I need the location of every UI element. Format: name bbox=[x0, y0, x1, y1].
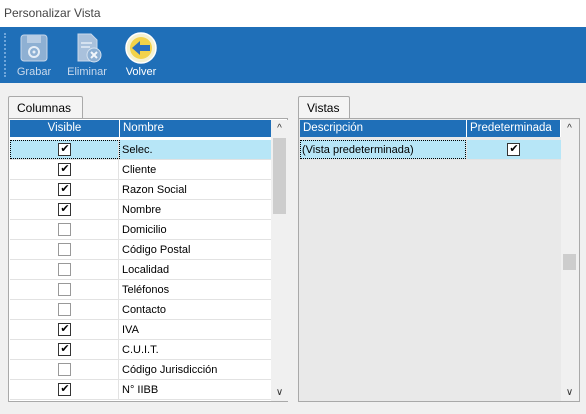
columnas-scrollbar[interactable]: ^ ∨ bbox=[271, 120, 288, 401]
columnas-panel: Visible Nombre ✔ Selec. ✔ Cliente ✔ Razon Soc… bbox=[8, 118, 288, 402]
vistas-scrollbar[interactable]: ^ ∨ bbox=[561, 120, 579, 401]
nombre-cell: Nombre bbox=[122, 204, 162, 216]
visible-checkbox[interactable]: ✔ bbox=[58, 383, 71, 396]
visible-checkbox[interactable] bbox=[58, 223, 71, 236]
nombre-cell: Selec. bbox=[122, 144, 153, 156]
tab-vistas-label: Vistas bbox=[307, 101, 340, 115]
nombre-cell: Domicilio bbox=[122, 224, 167, 236]
check-icon: ✔ bbox=[60, 143, 70, 155]
visible-cell: ✔ bbox=[10, 200, 119, 220]
visible-cell bbox=[10, 280, 119, 300]
visible-cell bbox=[10, 220, 119, 240]
tab-vistas[interactable]: Vistas bbox=[298, 96, 350, 119]
eliminar-label: Eliminar bbox=[67, 66, 107, 78]
check-icon: ✔ bbox=[60, 163, 70, 175]
nombre-cell: N° IIBB bbox=[122, 384, 159, 396]
visible-checkbox[interactable] bbox=[58, 243, 71, 256]
nombre-cell: C.U.I.T. bbox=[122, 344, 159, 356]
toolbar: Grabar Eliminar Volver bbox=[0, 27, 586, 83]
visible-checkbox[interactable]: ✔ bbox=[58, 163, 71, 176]
nombre-cell: IVA bbox=[122, 324, 139, 336]
visible-cell bbox=[10, 360, 119, 380]
table-row[interactable]: Teléfonos bbox=[10, 280, 272, 300]
header-predeterminada[interactable]: Predeterminada bbox=[467, 120, 561, 137]
visible-checkbox[interactable] bbox=[58, 303, 71, 316]
check-icon: ✔ bbox=[60, 343, 70, 355]
tab-columnas[interactable]: Columnas bbox=[8, 96, 83, 119]
floppy-disk-icon bbox=[17, 31, 51, 65]
visible-checkbox[interactable] bbox=[58, 263, 71, 276]
table-row[interactable]: Domicilio bbox=[10, 220, 272, 240]
header-descripcion[interactable]: Descripción bbox=[300, 120, 467, 137]
visible-cell bbox=[10, 260, 119, 280]
eliminar-button[interactable]: Eliminar bbox=[64, 31, 110, 78]
visible-cell bbox=[10, 300, 119, 320]
table-row[interactable]: ✔ IVA bbox=[10, 320, 272, 340]
scroll-up-icon[interactable]: ^ bbox=[271, 120, 288, 137]
toolbar-grip bbox=[4, 33, 7, 77]
nombre-cell: Localidad bbox=[122, 264, 170, 276]
vistas-scroll-up-icon[interactable]: ^ bbox=[561, 120, 578, 137]
check-icon: ✔ bbox=[60, 203, 70, 215]
window-title: Personalizar Vista bbox=[0, 0, 586, 27]
table-row[interactable]: ✔ Razon Social bbox=[10, 180, 272, 200]
table-row[interactable]: ✔ Selec. bbox=[10, 140, 272, 160]
nombre-cell: Código Postal bbox=[122, 244, 191, 256]
visible-checkbox[interactable]: ✔ bbox=[58, 343, 71, 356]
descripcion-cell: (Vista predeterminada) bbox=[300, 140, 467, 160]
vistas-panel: Descripción Predeterminada (Vista predet… bbox=[298, 118, 580, 402]
table-row[interactable]: ✔ N° IIBB bbox=[10, 380, 272, 400]
nombre-cell: Contacto bbox=[122, 304, 167, 316]
visible-checkbox[interactable]: ✔ bbox=[58, 143, 71, 156]
table-row[interactable]: ✔ Nombre bbox=[10, 200, 272, 220]
table-row[interactable]: ✔ C.U.I.T. bbox=[10, 340, 272, 360]
table-row[interactable]: Código Jurisdicción bbox=[10, 360, 272, 380]
visible-checkbox[interactable] bbox=[58, 363, 71, 376]
header-nombre[interactable]: Nombre bbox=[120, 120, 272, 137]
visible-cell: ✔ bbox=[10, 180, 119, 200]
delete-document-icon bbox=[70, 31, 104, 65]
volver-label: Volver bbox=[125, 66, 157, 78]
visible-cell: ✔ bbox=[10, 320, 119, 340]
vistas-scroll-thumb[interactable] bbox=[563, 254, 576, 270]
table-row[interactable]: Código Postal bbox=[10, 240, 272, 260]
visible-cell: ✔ bbox=[10, 340, 119, 360]
table-row[interactable]: (Vista predeterminada) ✔ bbox=[300, 140, 561, 160]
vistas-scroll-down-icon[interactable]: ∨ bbox=[561, 384, 578, 401]
nombre-cell: Código Jurisdicción bbox=[122, 364, 218, 376]
check-icon: ✔ bbox=[60, 183, 70, 195]
visible-checkbox[interactable]: ✔ bbox=[58, 323, 71, 336]
nombre-cell: Razon Social bbox=[122, 184, 187, 196]
nombre-cell: Teléfonos bbox=[122, 284, 170, 296]
back-arrow-icon bbox=[124, 31, 158, 65]
grabar-button[interactable]: Grabar bbox=[12, 31, 56, 78]
visible-cell: ✔ bbox=[10, 160, 119, 180]
predeterminada-checkbox[interactable]: ✔ bbox=[507, 143, 520, 156]
table-row[interactable]: Localidad bbox=[10, 260, 272, 280]
nombre-cell: Cliente bbox=[122, 164, 157, 176]
visible-checkbox[interactable] bbox=[58, 283, 71, 296]
table-row[interactable]: Contacto bbox=[10, 300, 272, 320]
header-visible[interactable]: Visible bbox=[10, 120, 120, 137]
visible-checkbox[interactable]: ✔ bbox=[58, 203, 71, 216]
visible-cell bbox=[10, 240, 119, 260]
tab-columnas-label: Columnas bbox=[17, 101, 72, 115]
visible-cell: ✔ bbox=[10, 380, 119, 400]
check-icon: ✔ bbox=[60, 383, 70, 395]
visible-checkbox[interactable]: ✔ bbox=[58, 183, 71, 196]
volver-button[interactable]: Volver bbox=[120, 31, 162, 78]
check-icon: ✔ bbox=[60, 323, 70, 335]
visible-cell: ✔ bbox=[10, 140, 119, 160]
grabar-label: Grabar bbox=[16, 66, 52, 78]
scroll-thumb[interactable] bbox=[273, 138, 286, 214]
check-icon: ✔ bbox=[509, 143, 519, 155]
scroll-down-icon[interactable]: ∨ bbox=[271, 384, 288, 401]
table-row[interactable]: ✔ Cliente bbox=[10, 160, 272, 180]
